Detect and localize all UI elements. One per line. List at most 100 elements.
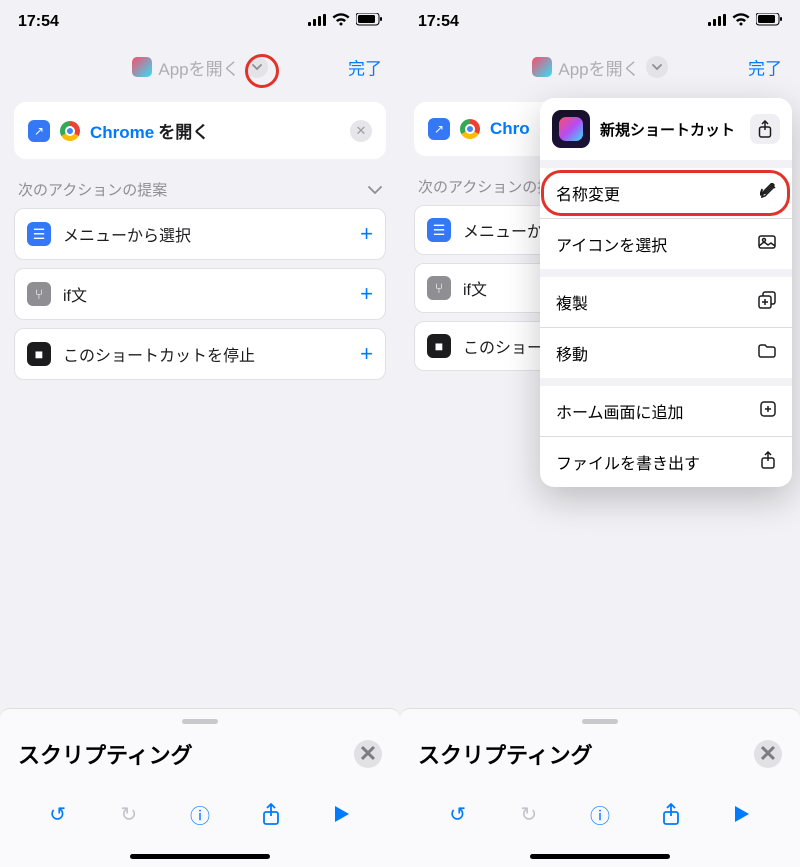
popup-row-label: アイコンを選択 <box>556 232 667 256</box>
phone-right: 17:54 Appを開く 完了 ↗ Chro <box>400 0 800 867</box>
clear-icon[interactable]: ✕ <box>350 120 372 142</box>
drawer-title-text: スクリプティング <box>18 738 193 770</box>
shortcut-options-popup: 新規ショートカット 名称変更 アイコンを選択 複製 移動 <box>540 98 792 487</box>
popup-header: 新規ショートカット <box>540 98 792 168</box>
done-button[interactable]: 完了 <box>348 55 382 80</box>
home-indicator <box>530 854 670 859</box>
popup-row-label: ホーム画面に追加 <box>556 399 684 423</box>
share-button[interactable] <box>651 794 691 834</box>
play-button[interactable] <box>722 794 762 834</box>
popup-add-home[interactable]: ホーム画面に追加 <box>540 378 792 436</box>
redo-button[interactable]: ↻ <box>509 794 549 834</box>
popup-export[interactable]: ファイルを書き出す <box>540 436 792 487</box>
play-button[interactable] <box>322 794 362 834</box>
popup-row-label: ファイルを書き出す <box>556 450 700 474</box>
suggestion-stop[interactable]: ■ このショートカットを停止 + <box>14 328 386 380</box>
signal-icon <box>708 13 726 31</box>
chevron-down-icon <box>246 56 268 78</box>
suggestion-menu[interactable]: ☰ メニューから選択 + <box>14 208 386 260</box>
open-app-icon: ↗ <box>28 120 50 142</box>
wifi-icon <box>732 13 750 31</box>
drawer-title-row: スクリプティング ✕ <box>418 738 782 770</box>
chrome-app-icon <box>460 119 480 139</box>
suggestion-label: メニューか <box>463 218 543 242</box>
nav-bar: Appを開く 完了 <box>400 44 800 90</box>
open-app-text: Chro <box>490 119 530 139</box>
suggestion-label: if文 <box>463 276 487 300</box>
bottom-drawer[interactable]: スクリプティング ✕ ↺ ↻ ⓘ <box>0 708 400 867</box>
bottom-drawer[interactable]: スクリプティング ✕ ↺ ↻ ⓘ <box>400 708 800 867</box>
drawer-title-row: スクリプティング ✕ <box>18 738 382 770</box>
phone-left: 17:54 Appを開く 完了 ↗ Chromeを開く <box>0 0 400 867</box>
drawer-handle[interactable] <box>582 719 618 724</box>
add-icon: + <box>360 281 373 307</box>
info-button[interactable]: ⓘ <box>580 794 620 834</box>
shortcuts-app-icon <box>532 57 552 77</box>
status-bar: 17:54 <box>0 0 400 44</box>
stop-icon: ■ <box>27 342 51 366</box>
drawer-title-text: スクリプティング <box>418 738 593 770</box>
pencil-icon <box>760 183 776 204</box>
status-bar: 17:54 <box>400 0 800 44</box>
add-icon: + <box>360 341 373 367</box>
suggestion-label: このショートカットを停止 <box>63 342 255 366</box>
popup-choose-icon[interactable]: アイコンを選択 <box>540 218 792 269</box>
suggestion-if[interactable]: ⑂ if文 + <box>14 268 386 320</box>
home-indicator <box>130 854 270 859</box>
toolbar: ↺ ↻ ⓘ <box>418 788 782 848</box>
popup-duplicate[interactable]: 複製 <box>540 269 792 327</box>
chrome-app-icon <box>60 121 80 141</box>
folder-icon <box>758 344 776 363</box>
battery-icon <box>756 13 782 31</box>
list-icon: ☰ <box>427 218 451 242</box>
nav-title-button[interactable]: Appを開く <box>532 55 667 80</box>
undo-button[interactable]: ↺ <box>38 794 78 834</box>
chevron-down-icon <box>646 56 668 78</box>
add-icon: + <box>360 221 373 247</box>
status-time: 17:54 <box>18 13 59 31</box>
suggestion-label: if文 <box>63 282 87 306</box>
chevron-down-icon <box>368 181 382 198</box>
redo-button[interactable]: ↻ <box>109 794 149 834</box>
open-app-action[interactable]: ↗ Chromeを開く ✕ <box>14 102 386 159</box>
popup-row-label: 名称変更 <box>556 181 620 205</box>
nav-title-text: Appを開く <box>158 55 239 80</box>
battery-icon <box>356 13 382 31</box>
undo-button[interactable]: ↺ <box>438 794 478 834</box>
popup-header-title: 新規ショートカット <box>600 119 735 140</box>
suggestion-label: メニューから選択 <box>63 222 191 246</box>
export-icon <box>760 451 776 474</box>
branch-icon: ⑂ <box>27 282 51 306</box>
stop-icon: ■ <box>427 334 451 358</box>
drawer-handle[interactable] <box>182 719 218 724</box>
section-header-label: 次のアクションの提案 <box>18 179 167 200</box>
signal-icon <box>308 13 326 31</box>
shortcuts-app-icon <box>132 57 152 77</box>
suggestion-label: このショー <box>463 334 543 358</box>
popup-rename[interactable]: 名称変更 <box>540 168 792 218</box>
nav-bar: Appを開く 完了 <box>0 44 400 90</box>
next-action-header[interactable]: 次のアクションの提案 <box>18 179 382 200</box>
share-button[interactable] <box>251 794 291 834</box>
popup-row-label: 複製 <box>556 290 588 314</box>
popup-row-label: 移動 <box>556 341 588 365</box>
info-button[interactable]: ⓘ <box>180 794 220 834</box>
wifi-icon <box>332 13 350 31</box>
open-app-text: Chromeを開く <box>90 118 209 143</box>
duplicate-icon <box>758 291 776 314</box>
photo-icon <box>758 235 776 254</box>
open-app-icon: ↗ <box>428 118 450 140</box>
popup-move[interactable]: 移動 <box>540 327 792 378</box>
share-icon[interactable] <box>750 114 780 144</box>
plus-square-icon <box>760 401 776 422</box>
status-time: 17:54 <box>418 13 459 31</box>
close-icon[interactable]: ✕ <box>754 740 782 768</box>
list-icon: ☰ <box>27 222 51 246</box>
branch-icon: ⑂ <box>427 276 451 300</box>
nav-title-button[interactable]: Appを開く <box>132 55 267 80</box>
close-icon[interactable]: ✕ <box>354 740 382 768</box>
nav-title-text: Appを開く <box>558 55 639 80</box>
suggestion-list: ☰ メニューから選択 + ⑂ if文 + ■ このショートカットを停止 + <box>14 208 386 380</box>
toolbar: ↺ ↻ ⓘ <box>18 788 382 848</box>
done-button[interactable]: 完了 <box>748 55 782 80</box>
